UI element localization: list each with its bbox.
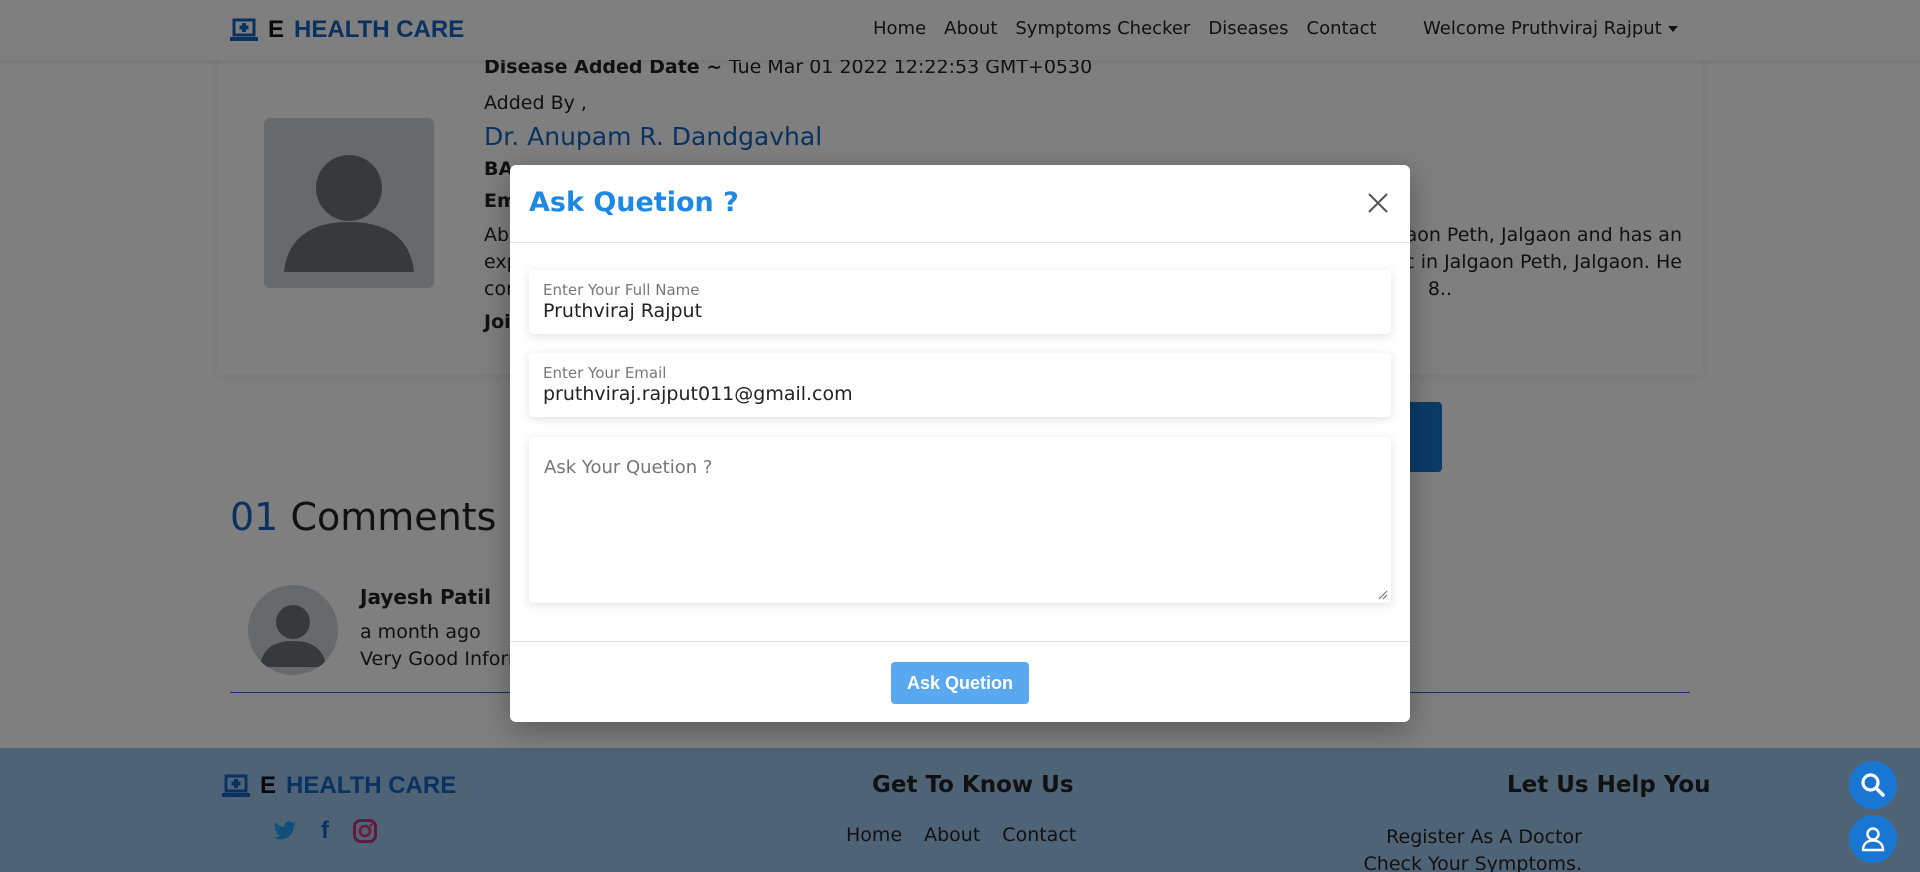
question-textarea[interactable]: [529, 437, 1391, 603]
email-label: Enter Your Email: [543, 364, 667, 382]
modal-header: Ask Quetion ?: [510, 165, 1410, 243]
close-icon: [1368, 193, 1388, 213]
search-icon: [1861, 773, 1885, 797]
close-button[interactable]: [1364, 189, 1392, 217]
user-doctor-icon: [1861, 827, 1885, 852]
modal-title: Ask Quetion ?: [529, 187, 739, 218]
full-name-field[interactable]: Enter Your Full Name Pruthviraj Rajput: [529, 270, 1391, 334]
email-value[interactable]: pruthviraj.rajput011@gmail.com: [543, 383, 853, 405]
full-name-value[interactable]: Pruthviraj Rajput: [543, 300, 702, 322]
resize-grip-icon[interactable]: [1378, 590, 1388, 600]
full-name-label: Enter Your Full Name: [543, 281, 700, 299]
question-field[interactable]: [529, 437, 1391, 603]
modal-footer: Ask Quetion: [510, 641, 1410, 722]
ask-question-button[interactable]: Ask Quetion: [891, 662, 1029, 704]
ask-question-modal: Ask Quetion ? Enter Your Full Name Pruth…: [510, 165, 1410, 722]
email-field[interactable]: Enter Your Email pruthviraj.rajput011@gm…: [529, 353, 1391, 417]
doctor-fab[interactable]: [1849, 815, 1897, 863]
search-fab[interactable]: [1849, 761, 1897, 809]
